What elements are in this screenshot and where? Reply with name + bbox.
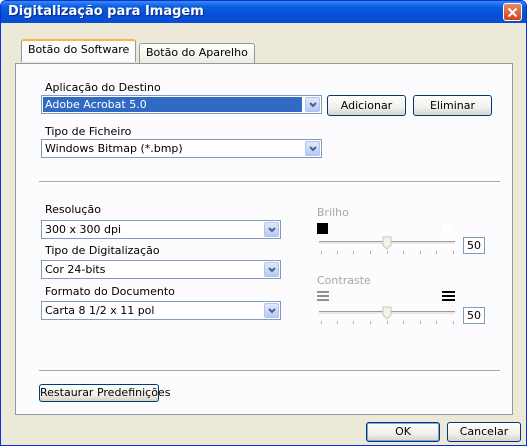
scan-type-select[interactable]: Cor 24-bits — [41, 260, 281, 279]
document-size-label: Formato do Documento — [45, 285, 175, 298]
file-type-select[interactable]: Windows Bitmap (*.bmp) — [41, 139, 322, 158]
chevron-down-icon — [268, 227, 276, 233]
contrast-slider-thumb[interactable] — [382, 306, 392, 320]
window-title: Digitalização para Imagem — [8, 4, 204, 19]
close-button[interactable] — [503, 3, 522, 21]
destination-label: Aplicação do Destino — [45, 81, 161, 94]
chevron-down-icon — [309, 102, 317, 108]
destination-value: Adobe Acrobat 5.0 — [43, 97, 302, 112]
dialog-window: Digitalização para Imagem Botão do Softw… — [0, 0, 527, 446]
destination-select[interactable]: Adobe Acrobat 5.0 — [41, 95, 322, 114]
light-swatch-icon — [442, 223, 453, 234]
contrast-label: Contraste — [317, 274, 371, 287]
cancel-button[interactable]: Cancelar — [447, 422, 521, 442]
document-size-value: Carta 8 1/2 x 11 pol — [45, 304, 155, 317]
scan-type-label: Tipo de Digitalização — [45, 244, 160, 257]
file-type-dropdown-button[interactable] — [305, 141, 320, 156]
document-size-select[interactable]: Carta 8 1/2 x 11 pol — [41, 301, 281, 320]
file-type-value: Windows Bitmap (*.bmp) — [45, 142, 183, 155]
destination-dropdown-button[interactable] — [305, 97, 320, 112]
document-size-dropdown-button[interactable] — [264, 303, 279, 318]
resolution-value: 300 x 300 dpi — [45, 223, 122, 236]
scan-type-dropdown-button[interactable] — [264, 262, 279, 277]
dark-swatch-icon — [317, 223, 328, 234]
title-bar[interactable]: Digitalização para Imagem — [1, 1, 526, 23]
scan-type-value: Cor 24-bits — [45, 263, 106, 276]
tab-device-button[interactable]: Botão do Aparelho — [139, 43, 255, 63]
remove-button[interactable]: Eliminar — [413, 95, 492, 116]
chevron-down-icon — [309, 146, 317, 152]
chevron-down-icon — [268, 267, 276, 273]
low-contrast-icon — [317, 291, 329, 301]
tab-software-button[interactable]: Botão do Software — [21, 39, 137, 62]
separator-top — [39, 181, 500, 183]
brightness-slider-thumb[interactable] — [382, 236, 392, 250]
contrast-value: 50 — [463, 307, 485, 324]
resolution-select[interactable]: 300 x 300 dpi — [41, 220, 281, 239]
chevron-down-icon — [268, 308, 276, 314]
file-type-label: Tipo de Ficheiro — [45, 125, 132, 138]
resolution-label: Resolução — [45, 203, 101, 216]
close-icon — [507, 7, 518, 18]
restore-defaults-button[interactable]: Restaurar Predefinições — [39, 384, 170, 402]
brightness-label: Brilho — [317, 206, 349, 219]
brightness-value: 50 — [463, 237, 485, 254]
separator-bottom — [39, 370, 500, 372]
ok-button[interactable]: OK — [366, 422, 440, 442]
resolution-dropdown-button[interactable] — [264, 222, 279, 237]
high-contrast-icon — [442, 291, 455, 301]
add-button[interactable]: Adicionar — [327, 95, 406, 116]
